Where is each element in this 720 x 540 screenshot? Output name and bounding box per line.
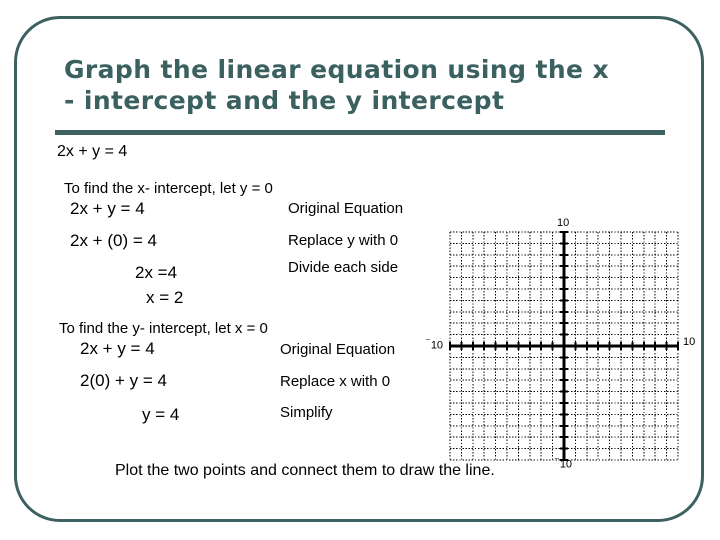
x-axis-min-value: 10 (430, 339, 444, 352)
x-step-1-expression: 2x + y = 4 (70, 199, 145, 218)
coordinate-plane: 10 ⁻10 ⁻10 10 (420, 212, 710, 477)
x-step-4-expression: x = 2 (146, 288, 184, 307)
slide: Graph the linear equation using the x - … (0, 0, 720, 540)
y-axis-max-label: 10 (557, 217, 570, 229)
page-title-line-2: - intercept and the y intercept (64, 86, 505, 115)
main-equation: 2x + y = 4 (57, 143, 128, 160)
title-divider (55, 130, 665, 135)
y-step-2-expression: 2(0) + y = 4 (80, 371, 167, 390)
y-step-2-reason: Replace x with 0 (280, 373, 391, 390)
y-intercept-lead: To find the y- intercept, let x = 0 (59, 320, 268, 337)
coordinate-plane-svg (449, 231, 679, 461)
page-title-line-1: Graph the linear equation using the x (64, 55, 610, 84)
page-title: Graph the linear equation using the x - … (64, 54, 664, 116)
x-step-3-expression: 2x =4 (135, 263, 178, 282)
y-axis-min-label: ⁻10 (554, 455, 573, 471)
y-step-3-expression: y = 4 (142, 405, 180, 424)
x-axis-min-label: ⁻10 (425, 336, 444, 352)
y-step-1-expression: 2x + y = 4 (80, 339, 155, 358)
x-step-3-reason: Divide each side (288, 259, 399, 276)
x-intercept-lead: To find the x- intercept, let y = 0 (64, 180, 273, 197)
x-step-1-reason: Original Equation (288, 200, 404, 217)
x-step-2-expression: 2x + (0) = 4 (70, 231, 157, 250)
y-step-3-reason: Simplify (280, 404, 333, 421)
y-step-1-reason: Original Equation (280, 341, 396, 358)
x-axis-max-label: 10 (683, 336, 696, 348)
y-axis-min-value: 10 (559, 458, 573, 471)
x-step-2-reason: Replace y with 0 (288, 232, 399, 249)
